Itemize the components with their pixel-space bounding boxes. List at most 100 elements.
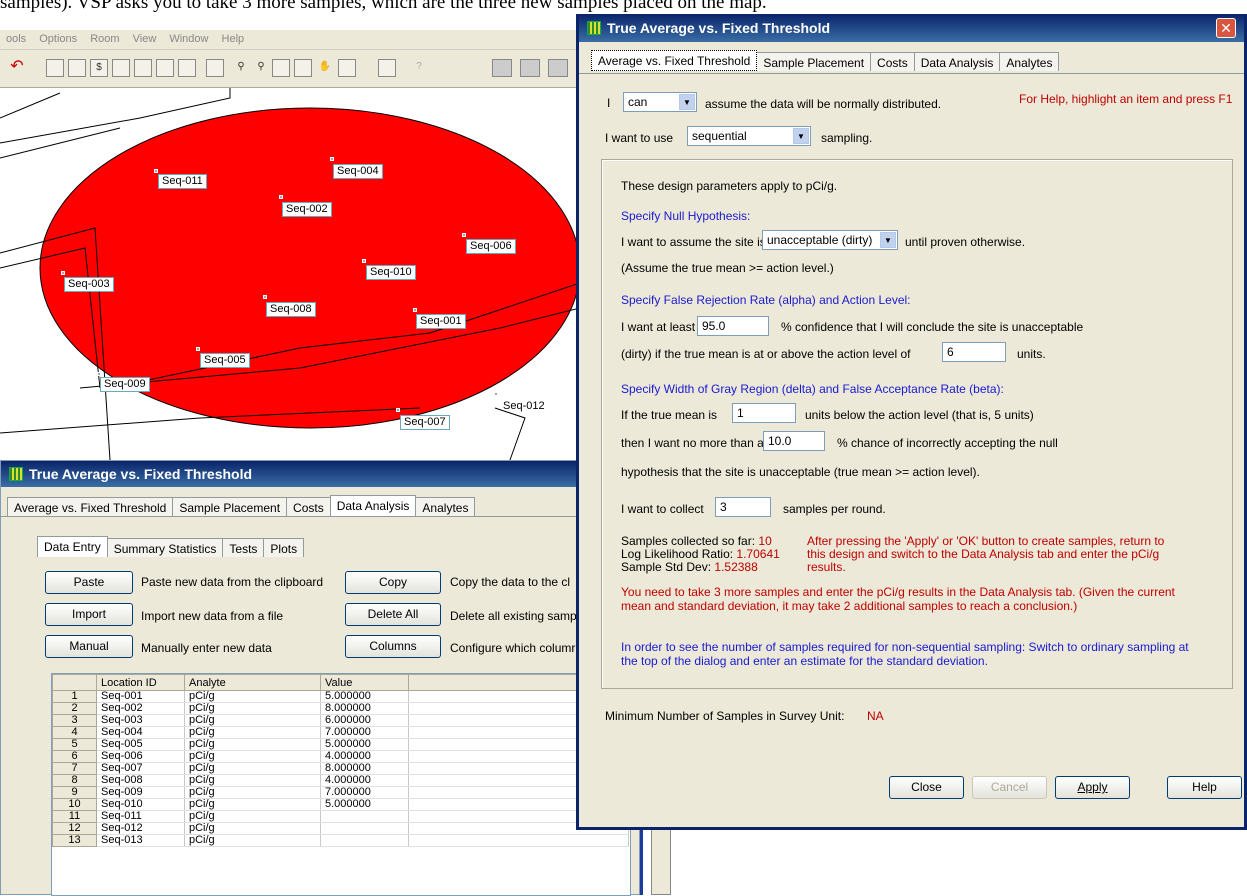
table-cell[interactable]: Seq-004 bbox=[96, 726, 185, 739]
table-cell[interactable]: 6.000000 bbox=[320, 714, 409, 727]
apply-button[interactable]: Apply bbox=[1055, 776, 1130, 799]
delta-input[interactable]: 1 bbox=[732, 403, 796, 423]
table-cell[interactable]: pCi/g bbox=[184, 750, 321, 763]
sample-point[interactable] bbox=[279, 195, 283, 199]
pin-icon-2[interactable]: ⚲ bbox=[252, 59, 270, 77]
table-row[interactable]: 6 Seq-006 pCi/g 4.000000 bbox=[52, 750, 629, 763]
sample-label[interactable]: Seq-007 bbox=[400, 415, 450, 430]
shape-icon-2[interactable] bbox=[520, 59, 540, 77]
tool-icon-3[interactable]: $ bbox=[90, 59, 108, 77]
table-cell[interactable]: pCi/g bbox=[184, 738, 321, 751]
tool-icon-10[interactable] bbox=[294, 59, 312, 77]
sample-point[interactable] bbox=[362, 259, 366, 263]
sample-label[interactable]: Seq-005 bbox=[200, 353, 250, 368]
table-cell[interactable]: pCi/g bbox=[184, 762, 321, 775]
hand-icon[interactable]: ✋ bbox=[316, 59, 334, 77]
sample-label[interactable]: Seq-009 bbox=[100, 377, 150, 392]
sample-point[interactable] bbox=[61, 271, 65, 275]
tab-costs[interactable]: Costs bbox=[286, 497, 331, 516]
tool-icon-12[interactable] bbox=[378, 59, 396, 77]
sample-point[interactable] bbox=[413, 308, 417, 312]
table-cell[interactable]: Seq-002 bbox=[96, 702, 185, 715]
subtab-plots[interactable]: Plots bbox=[263, 538, 305, 557]
sample-point[interactable] bbox=[396, 408, 400, 412]
beta-input[interactable]: 10.0 bbox=[763, 431, 825, 451]
table-cell[interactable]: 7.000000 bbox=[320, 726, 409, 739]
map-canvas[interactable]: Seq-011 Seq-004 Seq-002 Seq-006 Seq-003 … bbox=[0, 88, 580, 460]
table-cell[interactable] bbox=[320, 810, 409, 823]
tool-icon-11[interactable] bbox=[338, 59, 356, 77]
tab-sample-placement[interactable]: Sample Placement bbox=[172, 497, 288, 516]
import-button[interactable]: Import bbox=[45, 603, 133, 626]
tab-analytes[interactable]: Analytes bbox=[999, 52, 1060, 71]
sampling-select[interactable]: sequential ▼ bbox=[687, 126, 811, 146]
column-header[interactable]: Location ID bbox=[96, 674, 185, 691]
table-row[interactable]: 13 Seq-013 pCi/g bbox=[52, 834, 629, 847]
table-row[interactable]: 10 Seq-010 pCi/g 5.000000 bbox=[52, 798, 629, 811]
column-header[interactable]: Value bbox=[320, 674, 409, 691]
tab-average[interactable]: Average vs. Fixed Threshold bbox=[7, 497, 174, 516]
close-icon[interactable]: ✕ bbox=[1216, 18, 1236, 38]
sample-point[interactable] bbox=[263, 295, 267, 299]
sample-label[interactable]: Seq-002 bbox=[282, 202, 332, 217]
lower-dialog-titlebar[interactable]: True Average vs. Fixed Threshold bbox=[1, 461, 639, 487]
menu-window[interactable]: Window bbox=[169, 33, 208, 45]
table-cell[interactable]: 5.000000 bbox=[320, 798, 409, 811]
table-cell[interactable] bbox=[320, 822, 409, 835]
sample-label[interactable]: Seq-008 bbox=[266, 302, 316, 317]
table-row[interactable]: 3 Seq-003 pCi/g 6.000000 bbox=[52, 714, 629, 727]
paste-button[interactable]: Paste bbox=[45, 571, 133, 594]
tab-average[interactable]: Average vs. Fixed Threshold bbox=[591, 50, 758, 71]
sample-point[interactable] bbox=[494, 392, 498, 396]
subtab-tests[interactable]: Tests bbox=[222, 538, 265, 557]
help-button[interactable]: Help bbox=[1167, 776, 1242, 799]
cancel-button[interactable]: Cancel bbox=[972, 776, 1047, 799]
table-row[interactable]: 7 Seq-007 pCi/g 8.000000 bbox=[52, 762, 629, 775]
sample-point[interactable] bbox=[97, 372, 101, 376]
table-row[interactable]: 4 Seq-004 pCi/g 7.000000 bbox=[52, 726, 629, 739]
table-cell[interactable]: pCi/g bbox=[184, 786, 321, 799]
confidence-input[interactable]: 95.0 bbox=[697, 316, 769, 336]
table-cell[interactable]: 8.000000 bbox=[320, 762, 409, 775]
table-row[interactable]: 12 Seq-012 pCi/g bbox=[52, 822, 629, 835]
sample-point[interactable] bbox=[196, 347, 200, 351]
table-row[interactable]: 9 Seq-009 pCi/g 7.000000 bbox=[52, 786, 629, 799]
data-grid[interactable]: Location ID Analyte Value 1 Seq-001 pCi/g 5… bbox=[51, 673, 631, 896]
table-cell[interactable]: 8.000000 bbox=[320, 702, 409, 715]
table-row[interactable]: 8 Seq-008 pCi/g 4.000000 bbox=[52, 774, 629, 787]
copy-button[interactable]: Copy bbox=[345, 571, 441, 594]
table-cell[interactable]: Seq-010 bbox=[96, 798, 185, 811]
subtab-summary-statistics[interactable]: Summary Statistics bbox=[106, 538, 224, 557]
table-cell[interactable]: Seq-001 bbox=[96, 690, 185, 703]
tab-sample-placement[interactable]: Sample Placement bbox=[756, 52, 872, 71]
sample-label[interactable]: Seq-012 bbox=[500, 400, 548, 413]
sample-label[interactable]: Seq-006 bbox=[466, 239, 516, 254]
menu-tools[interactable]: ools bbox=[6, 33, 26, 45]
menu-room[interactable]: Room bbox=[90, 33, 119, 45]
shape-icon-1[interactable] bbox=[492, 59, 512, 77]
sample-label[interactable]: Seq-010 bbox=[366, 265, 416, 280]
menu-options[interactable]: Options bbox=[39, 33, 77, 45]
action-level-input[interactable]: 6 bbox=[942, 342, 1006, 362]
tab-costs[interactable]: Costs bbox=[870, 52, 915, 71]
sample-point[interactable] bbox=[462, 233, 466, 237]
tool-icon-2[interactable] bbox=[68, 59, 86, 77]
tab-data-analysis[interactable]: Data Analysis bbox=[329, 495, 417, 516]
table-cell[interactable]: Seq-007 bbox=[96, 762, 185, 775]
table-cell[interactable]: 4.000000 bbox=[320, 774, 409, 787]
sample-point[interactable] bbox=[154, 169, 158, 173]
table-cell[interactable]: pCi/g bbox=[184, 774, 321, 787]
tool-icon-1[interactable] bbox=[46, 59, 64, 77]
table-cell[interactable]: 5.000000 bbox=[320, 690, 409, 703]
table-cell[interactable]: Seq-013 bbox=[96, 834, 185, 847]
table-cell[interactable]: pCi/g bbox=[184, 810, 321, 823]
help-pointer-icon[interactable]: ? bbox=[410, 59, 428, 77]
table-row[interactable]: 1 Seq-001 pCi/g 5.000000 bbox=[52, 690, 629, 703]
sample-label[interactable]: Seq-011 bbox=[158, 174, 207, 189]
table-row[interactable]: 5 Seq-005 pCi/g 5.000000 bbox=[52, 738, 629, 751]
table-cell[interactable]: pCi/g bbox=[184, 702, 321, 715]
undo-icon[interactable]: ↶ bbox=[8, 59, 26, 77]
chevron-down-icon[interactable]: ▼ bbox=[880, 232, 896, 248]
design-dialog-titlebar[interactable]: True Average vs. Fixed Threshold ✕ bbox=[579, 14, 1244, 42]
table-cell[interactable]: pCi/g bbox=[184, 834, 321, 847]
